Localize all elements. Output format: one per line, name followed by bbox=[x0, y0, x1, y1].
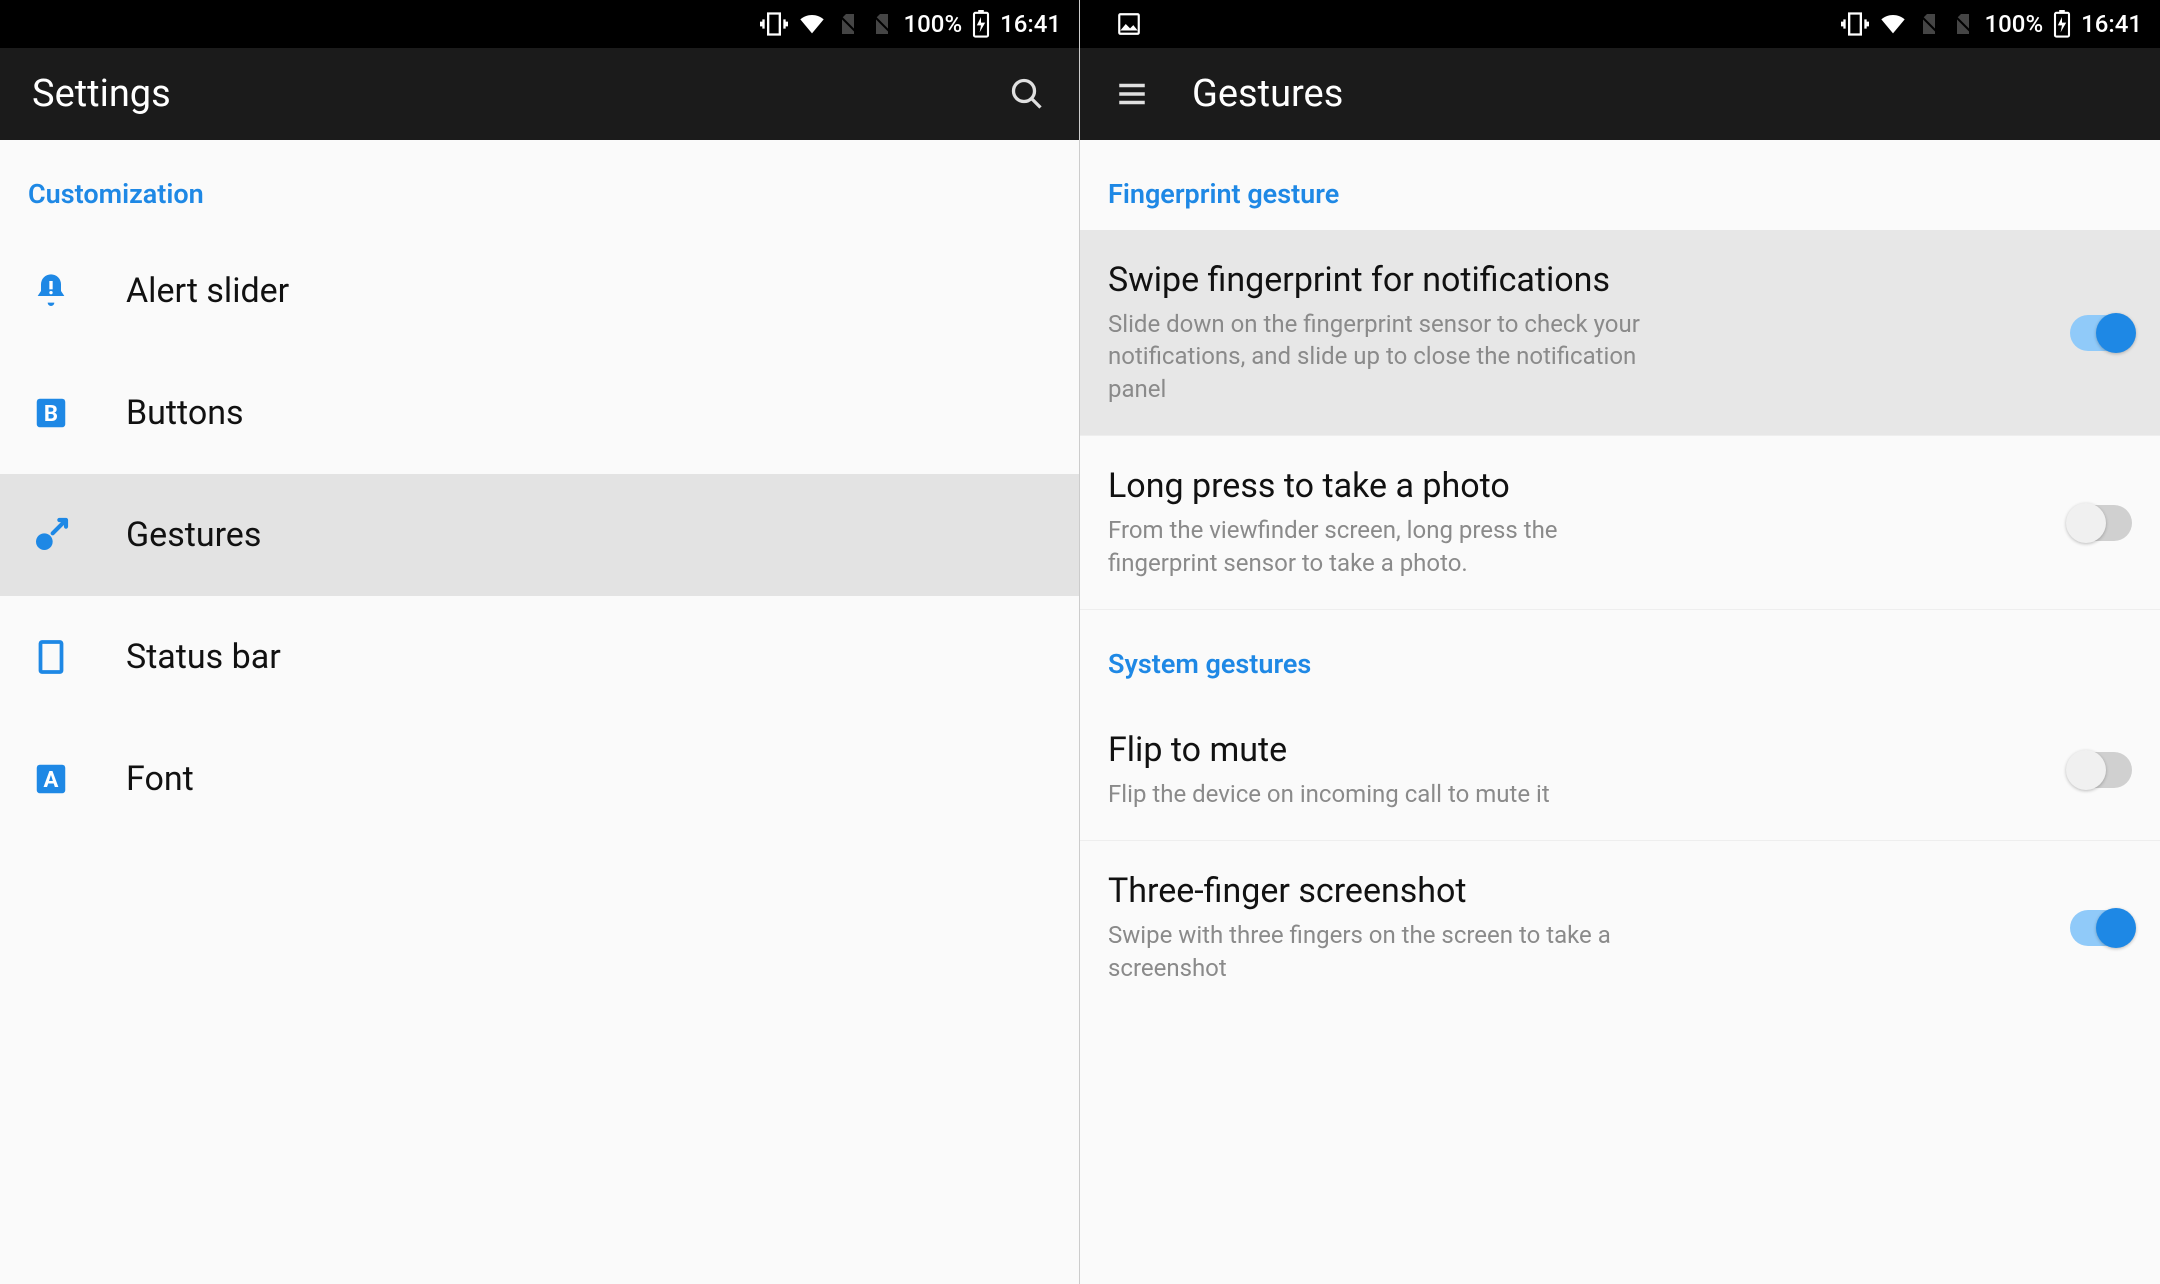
no-sim-icon bbox=[1917, 12, 1941, 36]
vibrate-icon bbox=[1841, 10, 1869, 38]
wifi-icon bbox=[1879, 10, 1907, 38]
battery-percent: 100% bbox=[1985, 10, 2044, 38]
item-alert-slider[interactable]: Alert slider bbox=[0, 230, 1079, 352]
item-label: Font bbox=[126, 759, 194, 799]
pref-long-press-photo[interactable]: Long press to take a photo From the view… bbox=[1080, 436, 2160, 610]
toggle-three-finger-screenshot[interactable] bbox=[2070, 910, 2132, 946]
section-header-system-gestures: System gestures bbox=[1080, 610, 2160, 700]
settings-screen: 100% 16:41 Settings Customization Alert … bbox=[0, 0, 1080, 1284]
toggle-swipe-fingerprint[interactable] bbox=[2070, 315, 2132, 351]
search-icon[interactable] bbox=[1007, 74, 1047, 114]
no-sim-icon-2 bbox=[870, 12, 894, 36]
bell-alert-icon bbox=[28, 268, 74, 314]
pref-subtitle: Slide down on the fingerprint sensor to … bbox=[1108, 308, 1668, 405]
toggle-flip-to-mute[interactable] bbox=[2070, 752, 2132, 788]
status-bar: 100% 16:41 bbox=[1080, 0, 2160, 48]
battery-charging-icon bbox=[2053, 10, 2071, 38]
item-label: Alert slider bbox=[126, 271, 289, 311]
pref-text: Swipe fingerprint for notifications Slid… bbox=[1108, 260, 2050, 405]
app-title: Settings bbox=[32, 72, 967, 116]
status-bar-icon bbox=[28, 634, 74, 680]
image-icon bbox=[1116, 11, 1142, 37]
clock: 16:41 bbox=[2081, 10, 2142, 38]
item-label: Buttons bbox=[126, 393, 244, 433]
vibrate-icon bbox=[760, 10, 788, 38]
section-header-customization: Customization bbox=[0, 140, 1079, 230]
pref-flip-to-mute[interactable]: Flip to mute Flip the device on incoming… bbox=[1080, 700, 2160, 841]
app-bar: Settings bbox=[0, 48, 1079, 140]
pref-title: Long press to take a photo bbox=[1108, 466, 2050, 506]
svg-text:A: A bbox=[44, 767, 59, 793]
buttons-icon: B bbox=[28, 390, 74, 436]
gestures-list: Fingerprint gesture Swipe fingerprint fo… bbox=[1080, 140, 2160, 1284]
battery-charging-icon bbox=[972, 10, 990, 38]
item-status-bar[interactable]: Status bar bbox=[0, 596, 1079, 718]
pref-three-finger-screenshot[interactable]: Three-finger screenshot Swipe with three… bbox=[1080, 841, 2160, 1014]
no-sim-icon bbox=[836, 12, 860, 36]
pref-subtitle: Flip the device on incoming call to mute… bbox=[1108, 778, 1668, 810]
gestures-icon bbox=[28, 512, 74, 558]
clock: 16:41 bbox=[1000, 10, 1061, 38]
item-label: Gestures bbox=[126, 515, 261, 555]
svg-text:B: B bbox=[44, 401, 58, 427]
pref-subtitle: From the viewfinder screen, long press t… bbox=[1108, 514, 1668, 579]
pref-title: Three-finger screenshot bbox=[1108, 871, 2050, 911]
toggle-long-press-photo[interactable] bbox=[2070, 505, 2132, 541]
status-bar: 100% 16:41 bbox=[0, 0, 1079, 48]
item-font[interactable]: A Font bbox=[0, 718, 1079, 840]
hamburger-icon[interactable] bbox=[1112, 74, 1152, 114]
item-buttons[interactable]: B Buttons bbox=[0, 352, 1079, 474]
pref-text: Long press to take a photo From the view… bbox=[1108, 466, 2050, 579]
pref-swipe-fingerprint[interactable]: Swipe fingerprint for notifications Slid… bbox=[1080, 230, 2160, 436]
section-header-fingerprint: Fingerprint gesture bbox=[1080, 140, 2160, 230]
app-title: Gestures bbox=[1192, 72, 2128, 116]
battery-percent: 100% bbox=[904, 10, 963, 38]
settings-list: Customization Alert slider B Buttons Ges… bbox=[0, 140, 1079, 1284]
pref-text: Flip to mute Flip the device on incoming… bbox=[1108, 730, 2050, 810]
gestures-screen: 100% 16:41 Gestures Fingerprint gesture … bbox=[1080, 0, 2160, 1284]
pref-title: Swipe fingerprint for notifications bbox=[1108, 260, 2050, 300]
item-gestures[interactable]: Gestures bbox=[0, 474, 1079, 596]
no-sim-icon-2 bbox=[1951, 12, 1975, 36]
app-bar: Gestures bbox=[1080, 48, 2160, 140]
item-label: Status bar bbox=[126, 637, 281, 677]
pref-text: Three-finger screenshot Swipe with three… bbox=[1108, 871, 2050, 984]
pref-subtitle: Swipe with three fingers on the screen t… bbox=[1108, 919, 1668, 984]
pref-title: Flip to mute bbox=[1108, 730, 2050, 770]
wifi-icon bbox=[798, 10, 826, 38]
font-icon: A bbox=[28, 756, 74, 802]
